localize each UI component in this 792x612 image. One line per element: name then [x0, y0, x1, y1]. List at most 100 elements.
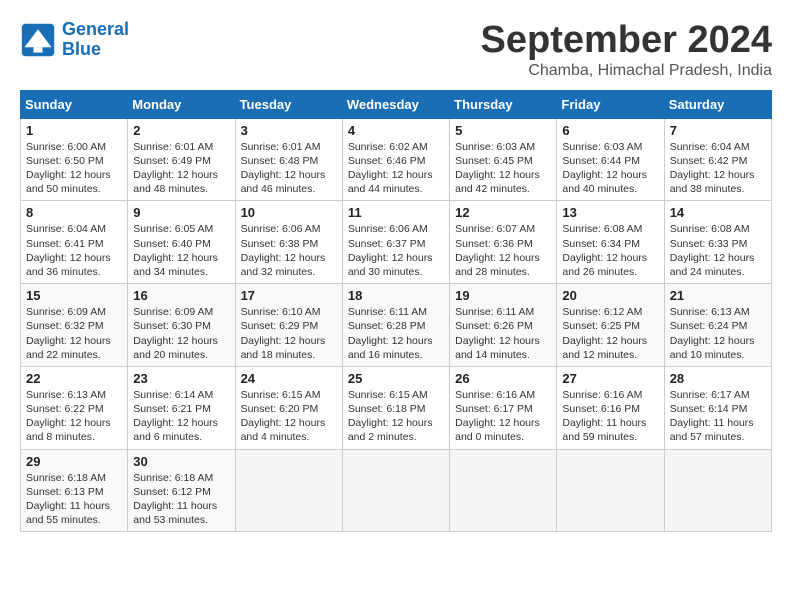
day-detail: Sunrise: 6:01 AM Sunset: 6:48 PM Dayligh… — [241, 140, 337, 197]
day-detail: Sunrise: 6:07 AM Sunset: 6:36 PM Dayligh… — [455, 222, 551, 279]
table-row: 30 Sunrise: 6:18 AM Sunset: 6:12 PM Dayli… — [128, 449, 235, 532]
day-detail: Sunrise: 6:09 AM Sunset: 6:32 PM Dayligh… — [26, 305, 122, 362]
day-detail: Sunrise: 6:05 AM Sunset: 6:40 PM Dayligh… — [133, 222, 229, 279]
day-number: 29 — [26, 454, 122, 469]
table-row: 20 Sunrise: 6:12 AM Sunset: 6:25 PM Dayli… — [557, 284, 664, 367]
table-row: 18 Sunrise: 6:11 AM Sunset: 6:28 PM Dayli… — [342, 284, 449, 367]
day-detail: Sunrise: 6:06 AM Sunset: 6:38 PM Dayligh… — [241, 222, 337, 279]
table-row: 24 Sunrise: 6:15 AM Sunset: 6:20 PM Dayli… — [235, 366, 342, 449]
table-row: 17 Sunrise: 6:10 AM Sunset: 6:29 PM Dayli… — [235, 284, 342, 367]
day-detail: Sunrise: 6:18 AM Sunset: 6:12 PM Dayligh… — [133, 471, 229, 528]
table-row: 23Sunrise: 6:14 AM Sunset: 6:21 PM Dayli… — [128, 366, 235, 449]
day-number: 10 — [241, 205, 337, 220]
day-detail: Sunrise: 6:13 AM Sunset: 6:22 PM Dayligh… — [26, 388, 122, 445]
logo-text: General Blue — [62, 20, 129, 60]
table-row: 7Sunrise: 6:04 AM Sunset: 6:42 PM Daylig… — [664, 118, 771, 201]
day-number: 24 — [241, 371, 337, 386]
table-row: 28 Sunrise: 6:17 AM Sunset: 6:14 PM Dayli… — [664, 366, 771, 449]
day-detail: Sunrise: 6:12 AM Sunset: 6:25 PM Dayligh… — [562, 305, 658, 362]
day-detail: Sunrise: 6:16 AM Sunset: 6:17 PM Dayligh… — [455, 388, 551, 445]
table-row — [235, 449, 342, 532]
day-detail: Sunrise: 6:04 AM Sunset: 6:42 PM Dayligh… — [670, 140, 766, 197]
weekday-header-row: SundayMondayTuesdayWednesdayThursdayFrid… — [21, 90, 772, 118]
logo: General Blue — [20, 20, 129, 60]
day-number: 4 — [348, 123, 444, 138]
month-title: September 2024 — [481, 20, 773, 62]
day-number: 3 — [241, 123, 337, 138]
table-row: 11Sunrise: 6:06 AM Sunset: 6:37 PM Dayli… — [342, 201, 449, 284]
table-row: 27Sunrise: 6:16 AM Sunset: 6:16 PM Dayli… — [557, 366, 664, 449]
day-detail: Sunrise: 6:08 AM Sunset: 6:33 PM Dayligh… — [670, 222, 766, 279]
weekday-header: Wednesday — [342, 90, 449, 118]
day-number: 5 — [455, 123, 551, 138]
table-row: 26 Sunrise: 6:16 AM Sunset: 6:17 PM Dayli… — [450, 366, 557, 449]
weekday-header: Thursday — [450, 90, 557, 118]
day-number: 12 — [455, 205, 551, 220]
table-row: 9 Sunrise: 6:05 AM Sunset: 6:40 PM Daylig… — [128, 201, 235, 284]
day-number: 2 — [133, 123, 229, 138]
day-detail: Sunrise: 6:03 AM Sunset: 6:44 PM Dayligh… — [562, 140, 658, 197]
day-number: 25 — [348, 371, 444, 386]
table-row: 25 Sunrise: 6:15 AM Sunset: 6:18 PM Dayli… — [342, 366, 449, 449]
calendar-week-row: 1Sunrise: 6:00 AM Sunset: 6:50 PM Daylig… — [21, 118, 772, 201]
table-row: 3 Sunrise: 6:01 AM Sunset: 6:48 PM Daylig… — [235, 118, 342, 201]
day-number: 16 — [133, 288, 229, 303]
table-row: 29 Sunrise: 6:18 AM Sunset: 6:13 PM Dayli… — [21, 449, 128, 532]
calendar-week-row: 22 Sunrise: 6:13 AM Sunset: 6:22 PM Dayli… — [21, 366, 772, 449]
day-number: 9 — [133, 205, 229, 220]
table-row: 22 Sunrise: 6:13 AM Sunset: 6:22 PM Dayli… — [21, 366, 128, 449]
weekday-header: Sunday — [21, 90, 128, 118]
day-detail: Sunrise: 6:13 AM Sunset: 6:24 PM Dayligh… — [670, 305, 766, 362]
day-number: 15 — [26, 288, 122, 303]
day-detail: Sunrise: 6:11 AM Sunset: 6:28 PM Dayligh… — [348, 305, 444, 362]
table-row — [557, 449, 664, 532]
table-row: 1Sunrise: 6:00 AM Sunset: 6:50 PM Daylig… — [21, 118, 128, 201]
table-row: 15 Sunrise: 6:09 AM Sunset: 6:32 PM Dayli… — [21, 284, 128, 367]
day-detail: Sunrise: 6:15 AM Sunset: 6:18 PM Dayligh… — [348, 388, 444, 445]
table-row: 21Sunrise: 6:13 AM Sunset: 6:24 PM Dayli… — [664, 284, 771, 367]
weekday-header: Friday — [557, 90, 664, 118]
day-number: 30 — [133, 454, 229, 469]
day-detail: Sunrise: 6:08 AM Sunset: 6:34 PM Dayligh… — [562, 222, 658, 279]
weekday-header: Monday — [128, 90, 235, 118]
logo-icon — [20, 22, 56, 58]
table-row: 10 Sunrise: 6:06 AM Sunset: 6:38 PM Dayli… — [235, 201, 342, 284]
table-row: 6 Sunrise: 6:03 AM Sunset: 6:44 PM Daylig… — [557, 118, 664, 201]
day-number: 13 — [562, 205, 658, 220]
table-row: 8Sunrise: 6:04 AM Sunset: 6:41 PM Daylig… — [21, 201, 128, 284]
day-number: 28 — [670, 371, 766, 386]
calendar-week-row: 8Sunrise: 6:04 AM Sunset: 6:41 PM Daylig… — [21, 201, 772, 284]
day-detail: Sunrise: 6:06 AM Sunset: 6:37 PM Dayligh… — [348, 222, 444, 279]
table-row: 5 Sunrise: 6:03 AM Sunset: 6:45 PM Daylig… — [450, 118, 557, 201]
location-subtitle: Chamba, Himachal Pradesh, India — [481, 62, 773, 80]
table-row: 12 Sunrise: 6:07 AM Sunset: 6:36 PM Dayli… — [450, 201, 557, 284]
day-detail: Sunrise: 6:03 AM Sunset: 6:45 PM Dayligh… — [455, 140, 551, 197]
day-detail: Sunrise: 6:11 AM Sunset: 6:26 PM Dayligh… — [455, 305, 551, 362]
weekday-header: Saturday — [664, 90, 771, 118]
day-number: 26 — [455, 371, 551, 386]
day-detail: Sunrise: 6:18 AM Sunset: 6:13 PM Dayligh… — [26, 471, 122, 528]
day-number: 17 — [241, 288, 337, 303]
table-row: 4Sunrise: 6:02 AM Sunset: 6:46 PM Daylig… — [342, 118, 449, 201]
header: General Blue September 2024 Chamba, Hima… — [20, 20, 772, 80]
table-row: 19Sunrise: 6:11 AM Sunset: 6:26 PM Dayli… — [450, 284, 557, 367]
day-number: 18 — [348, 288, 444, 303]
day-detail: Sunrise: 6:15 AM Sunset: 6:20 PM Dayligh… — [241, 388, 337, 445]
day-detail: Sunrise: 6:17 AM Sunset: 6:14 PM Dayligh… — [670, 388, 766, 445]
table-row: 16 Sunrise: 6:09 AM Sunset: 6:30 PM Dayli… — [128, 284, 235, 367]
day-number: 14 — [670, 205, 766, 220]
day-detail: Sunrise: 6:00 AM Sunset: 6:50 PM Dayligh… — [26, 140, 122, 197]
table-row: 2Sunrise: 6:01 AM Sunset: 6:49 PM Daylig… — [128, 118, 235, 201]
day-detail: Sunrise: 6:09 AM Sunset: 6:30 PM Dayligh… — [133, 305, 229, 362]
table-row: 14 Sunrise: 6:08 AM Sunset: 6:33 PM Dayli… — [664, 201, 771, 284]
calendar-week-row: 29 Sunrise: 6:18 AM Sunset: 6:13 PM Dayli… — [21, 449, 772, 532]
day-number: 27 — [562, 371, 658, 386]
table-row — [450, 449, 557, 532]
table-row: 13 Sunrise: 6:08 AM Sunset: 6:34 PM Dayli… — [557, 201, 664, 284]
day-number: 22 — [26, 371, 122, 386]
calendar: SundayMondayTuesdayWednesdayThursdayFrid… — [20, 90, 772, 532]
day-number: 20 — [562, 288, 658, 303]
weekday-header: Tuesday — [235, 90, 342, 118]
day-detail: Sunrise: 6:10 AM Sunset: 6:29 PM Dayligh… — [241, 305, 337, 362]
day-number: 6 — [562, 123, 658, 138]
